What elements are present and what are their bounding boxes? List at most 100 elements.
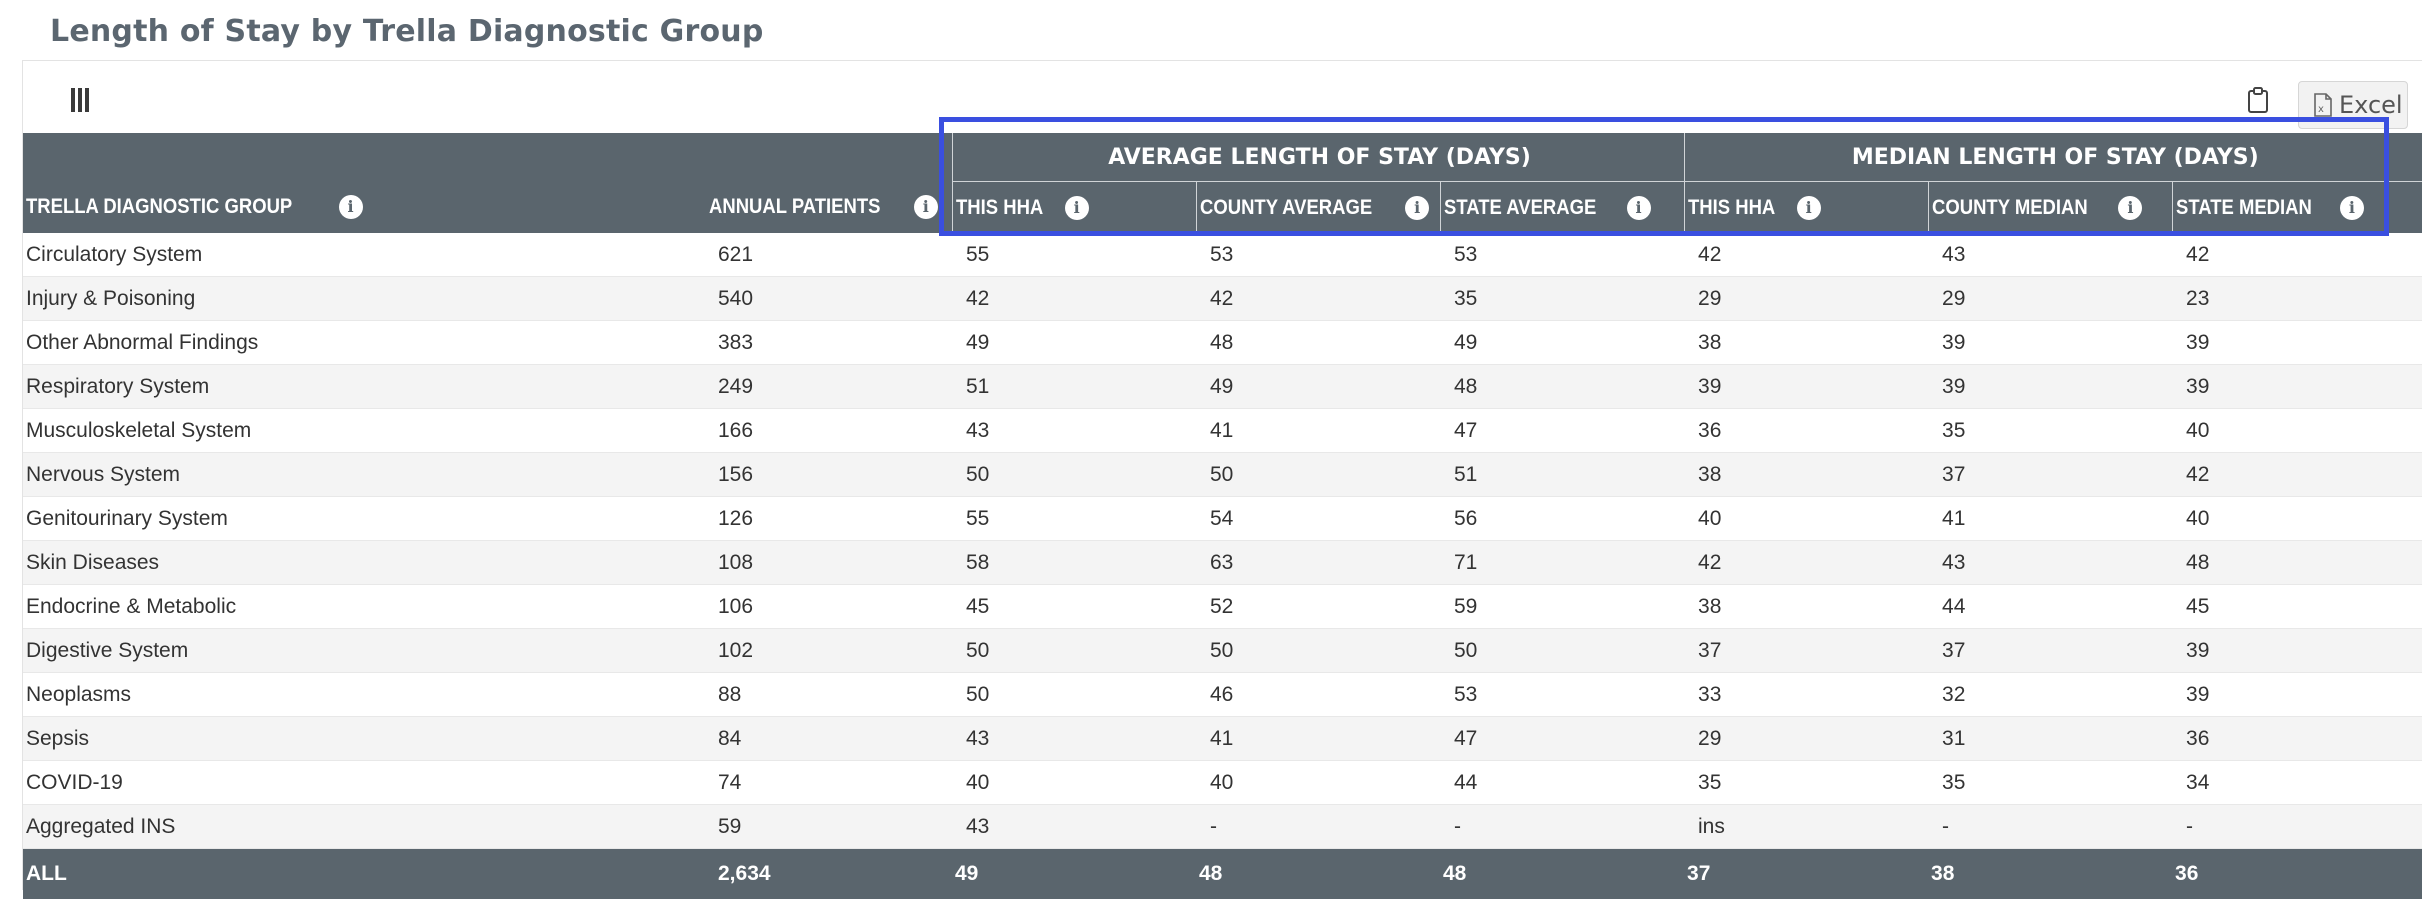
table-cell: 35 xyxy=(1928,761,2172,805)
info-icon[interactable]: i xyxy=(2340,196,2364,220)
table-cell: 47 xyxy=(1440,409,1684,453)
table-cell: 29 xyxy=(1684,277,1928,321)
table-cell: 249 xyxy=(706,365,952,409)
table-cell: 38 xyxy=(1684,321,1928,365)
table-cell: 29 xyxy=(1928,277,2172,321)
excel-export-button[interactable]: x Excel xyxy=(2298,81,2408,129)
col-header-annual-patients[interactable]: ANNUAL PATIENTSi xyxy=(706,182,952,234)
table-cell: 41 xyxy=(1196,717,1440,761)
table-cell: 37 xyxy=(1928,629,2172,673)
table-cell: 42 xyxy=(1684,233,1928,277)
table-cell: 88 xyxy=(706,673,952,717)
header-group-spacer xyxy=(23,133,952,182)
table-cell: 108 xyxy=(706,541,952,585)
table-cell: 43 xyxy=(952,805,1196,849)
table-cell: 45 xyxy=(2172,585,2422,629)
total-cell: 37 xyxy=(1684,849,1928,899)
table-cell: 50 xyxy=(952,673,1196,717)
table-cell: 38 xyxy=(1684,453,1928,497)
col-header-state-median[interactable]: STATE MEDIANi xyxy=(2172,182,2422,234)
row-label-cell: Skin Diseases xyxy=(23,541,706,585)
table-cell: 56 xyxy=(1440,497,1684,541)
table-row: Musculoskeletal System166434147363540 xyxy=(23,409,2422,453)
average-los-group-header: AVERAGE LENGTH OF STAY (DAYS) xyxy=(952,133,1684,182)
table-row: Neoplasms88504653333239 xyxy=(23,673,2422,717)
table-cell: 63 xyxy=(1196,541,1440,585)
total-cell: 48 xyxy=(1440,849,1684,899)
table-cell: 41 xyxy=(1196,409,1440,453)
table-cell: 34 xyxy=(2172,761,2422,805)
info-icon[interactable]: i xyxy=(914,195,938,219)
col-header-state-average[interactable]: STATE AVERAGEi xyxy=(1440,182,1684,234)
total-cell: 38 xyxy=(1928,849,2172,899)
col-header-diagnostic-group[interactable]: TRELLA DIAGNOSTIC GROUPi xyxy=(23,182,706,234)
table-cell: 383 xyxy=(706,321,952,365)
table-cell: 50 xyxy=(1196,629,1440,673)
col-header-county-average[interactable]: COUNTY AVERAGEi xyxy=(1196,182,1440,234)
table-cell: 35 xyxy=(1928,409,2172,453)
table-cell: 43 xyxy=(1928,233,2172,277)
total-cell: 36 xyxy=(2172,849,2422,899)
total-row: ALL 2,634 49 48 48 37 38 36 xyxy=(23,849,2422,899)
table-toolbar: x Excel xyxy=(23,61,2422,133)
table-cell: 39 xyxy=(1684,365,1928,409)
table-panel: x Excel AVERAGE LENGTH OF STAY (DAYS) ME… xyxy=(22,60,2422,890)
table-cell: 40 xyxy=(2172,409,2422,453)
table-cell: 38 xyxy=(1684,585,1928,629)
table-cell: 41 xyxy=(1928,497,2172,541)
col-header-avg-this-hha[interactable]: THIS HHAi xyxy=(952,182,1196,234)
table-cell: 45 xyxy=(952,585,1196,629)
svg-text:x: x xyxy=(2318,104,2324,115)
table-cell: 32 xyxy=(1928,673,2172,717)
row-label-cell: Other Abnormal Findings xyxy=(23,321,706,365)
col-header-median-this-hha[interactable]: THIS HHAi xyxy=(1684,182,1928,234)
table-cell: 40 xyxy=(1196,761,1440,805)
table-cell: 54 xyxy=(1196,497,1440,541)
excel-file-icon: x xyxy=(2313,93,2333,117)
table-cell: 51 xyxy=(952,365,1196,409)
table-cell: 39 xyxy=(2172,673,2422,717)
table-cell: 50 xyxy=(952,453,1196,497)
clipboard-icon[interactable] xyxy=(2247,87,2269,113)
table-cell: 53 xyxy=(1196,233,1440,277)
info-icon[interactable]: i xyxy=(1627,196,1651,220)
table-cell: 47 xyxy=(1440,717,1684,761)
table-cell: - xyxy=(2172,805,2422,849)
table-row: Injury & Poisoning540424235292923 xyxy=(23,277,2422,321)
table-cell: 40 xyxy=(2172,497,2422,541)
row-label-cell: Neoplasms xyxy=(23,673,706,717)
table-cell: 36 xyxy=(2172,717,2422,761)
info-icon[interactable]: i xyxy=(339,195,363,219)
table-cell: 35 xyxy=(1684,761,1928,805)
table-cell: 58 xyxy=(952,541,1196,585)
table-cell: 71 xyxy=(1440,541,1684,585)
info-icon[interactable]: i xyxy=(2118,196,2142,220)
table-cell: 59 xyxy=(706,805,952,849)
table-cell: 621 xyxy=(706,233,952,277)
table-cell: 42 xyxy=(1684,541,1928,585)
table-cell: 39 xyxy=(2172,365,2422,409)
table-cell: 49 xyxy=(1440,321,1684,365)
table-cell: 37 xyxy=(1928,453,2172,497)
col-header-county-median[interactable]: COUNTY MEDIANi xyxy=(1928,182,2172,234)
table-cell: 51 xyxy=(1440,453,1684,497)
table-cell: 156 xyxy=(706,453,952,497)
column-chooser-icon[interactable] xyxy=(71,88,91,112)
table-cell: 42 xyxy=(2172,453,2422,497)
table-row: Respiratory System249514948393939 xyxy=(23,365,2422,409)
table-cell: - xyxy=(1440,805,1684,849)
table-cell: 49 xyxy=(1196,365,1440,409)
info-icon[interactable]: i xyxy=(1797,196,1821,220)
table-cell: - xyxy=(1928,805,2172,849)
table-cell: 23 xyxy=(2172,277,2422,321)
info-icon[interactable]: i xyxy=(1065,196,1089,220)
table-cell: 31 xyxy=(1928,717,2172,761)
table-row: Sepsis84434147293136 xyxy=(23,717,2422,761)
table-cell: 48 xyxy=(1196,321,1440,365)
table-cell: 43 xyxy=(952,409,1196,453)
info-icon[interactable]: i xyxy=(1405,196,1429,220)
table-cell: 39 xyxy=(1928,365,2172,409)
table-row: Nervous System156505051383742 xyxy=(23,453,2422,497)
table-cell: 29 xyxy=(1684,717,1928,761)
table-cell: 39 xyxy=(2172,629,2422,673)
